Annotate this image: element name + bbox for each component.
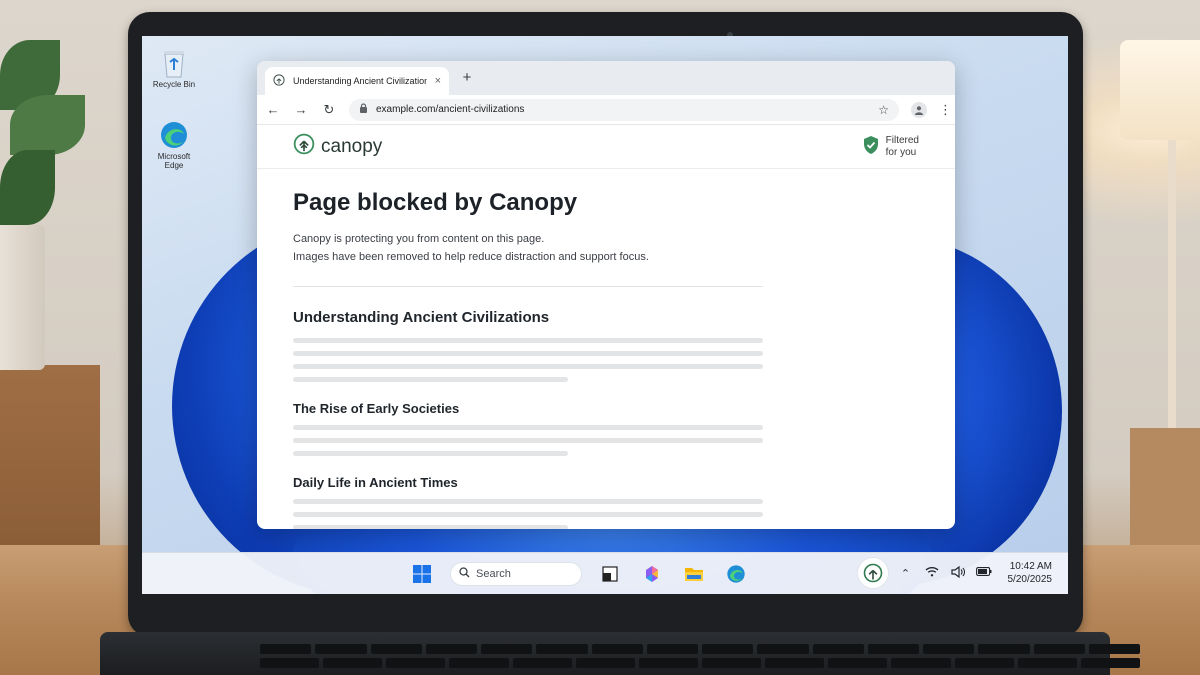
- key-row: [260, 644, 1140, 654]
- canopy-logo-icon: [293, 133, 315, 161]
- page-description-line2: Images have been removed to help reduce …: [293, 250, 649, 263]
- edge-taskbar-button[interactable]: [722, 560, 750, 588]
- placeholder-line: [293, 338, 763, 344]
- canopy-header: canopy Filtered for you: [257, 125, 955, 169]
- canopy-brand-name: canopy: [321, 135, 383, 157]
- desktop-icon-label: Recycle Bin: [152, 80, 196, 89]
- taskbar-center: Search: [408, 560, 750, 588]
- filtered-badge-line1: Filtered: [885, 134, 919, 146]
- edge-icon: [159, 120, 189, 150]
- blocked-page-content: Page blocked by Canopy Canopy is protect…: [257, 169, 955, 529]
- taskbar: Search ⌃ 10:42 AM 5/20/2025: [142, 552, 1068, 594]
- placeholder-line: [293, 377, 568, 383]
- bookmark-star-icon[interactable]: ☆: [878, 103, 889, 117]
- clock-time: 10:42 AM: [1009, 560, 1052, 572]
- browser-menu-icon[interactable]: ⋮: [939, 102, 952, 118]
- filtered-badge-line2: for you: [885, 146, 917, 158]
- tab-strip: Understanding Ancient Civilizations × +: [257, 61, 955, 95]
- folder-icon: [685, 568, 703, 581]
- shield-check-icon: [862, 135, 880, 159]
- profile-avatar-icon[interactable]: [911, 101, 927, 118]
- search-icon: [459, 567, 470, 581]
- filtered-badge: Filtered for you: [862, 135, 919, 159]
- system-tray: ⌃ 10:42 AM 5/20/2025: [857, 558, 1053, 588]
- placeholder-line: [293, 512, 763, 518]
- desktop-icon-recycle-bin[interactable]: Recycle Bin: [142, 48, 206, 90]
- placeholder-line: [293, 351, 763, 357]
- placeholder-line: [293, 525, 568, 529]
- file-explorer-button[interactable]: [680, 560, 708, 588]
- section-heading: Daily Life in Ancient Times: [293, 475, 458, 491]
- wifi-icon[interactable]: [924, 566, 940, 580]
- plant-leaf: [10, 95, 85, 155]
- placeholder-text-block: [293, 338, 919, 383]
- new-tab-button[interactable]: +: [457, 69, 477, 86]
- canopy-logo[interactable]: canopy: [293, 133, 382, 161]
- side-shelf: [0, 365, 100, 545]
- placeholder-line: [293, 438, 763, 444]
- copilot-button[interactable]: [638, 560, 666, 588]
- content-divider: [293, 286, 763, 288]
- clock-date: 5/20/2025: [1007, 574, 1053, 585]
- page-description-line1: Canopy is protecting you from content on…: [293, 233, 545, 245]
- lamp-stand: [1168, 140, 1176, 470]
- edge-icon: [727, 565, 745, 583]
- laptop-screen: Recycle Bin Microsoft Edge Understanding…: [142, 36, 1068, 594]
- tab-close-icon[interactable]: ×: [435, 75, 441, 87]
- placeholder-line: [293, 499, 763, 505]
- placeholder-line: [293, 425, 763, 431]
- placeholder-line: [293, 364, 763, 370]
- plant-leaf: [0, 150, 55, 225]
- copilot-icon: [646, 566, 658, 582]
- taskbar-search[interactable]: Search: [450, 562, 582, 586]
- placeholder-line: [293, 451, 568, 457]
- placeholder-text-block: [293, 425, 919, 457]
- desktop-icon-edge[interactable]: Microsoft Edge: [142, 120, 206, 171]
- canopy-tray-icon: [863, 563, 882, 583]
- tab-active[interactable]: Understanding Ancient Civilizations ×: [265, 67, 449, 95]
- page-title: Page blocked by Canopy: [293, 189, 578, 216]
- canopy-tray-button[interactable]: [857, 558, 888, 588]
- browser-window: Understanding Ancient Civilizations × + …: [257, 61, 955, 529]
- lock-icon: [359, 103, 368, 116]
- canopy-favicon-icon: [273, 74, 285, 88]
- volume-icon[interactable]: [950, 565, 966, 581]
- task-view-icon: [602, 566, 618, 582]
- key-row: [260, 658, 1140, 668]
- forward-button[interactable]: →: [293, 102, 309, 118]
- start-button[interactable]: [408, 560, 436, 588]
- taskbar-clock[interactable]: 10:42 AM 5/20/2025: [1008, 560, 1053, 587]
- lamp-shade: [1120, 40, 1200, 140]
- battery-icon[interactable]: [975, 567, 992, 579]
- article-title: Understanding Ancient Civilizations: [293, 309, 550, 327]
- task-view-button[interactable]: [596, 560, 624, 588]
- laptop-keyboard: [100, 632, 1140, 675]
- windows-logo-icon: [413, 565, 431, 583]
- reload-button[interactable]: ↻: [321, 102, 337, 118]
- placeholder-text-block: [293, 499, 919, 529]
- plant-pot: [0, 225, 45, 370]
- address-bar[interactable]: example.com/ancient-civilizations ☆: [349, 98, 899, 121]
- browser-toolbar: ← → ↻ example.com/ancient-civilizations …: [257, 95, 955, 125]
- tab-title: Understanding Ancient Civilizations: [293, 76, 427, 86]
- address-url: example.com/ancient-civilizations: [376, 104, 525, 115]
- section-heading: The Rise of Early Societies: [293, 401, 460, 417]
- side-cabinet: [1130, 428, 1200, 548]
- tray-overflow-chevron-icon[interactable]: ⌃: [898, 567, 914, 580]
- desktop-icon-label: Microsoft Edge: [157, 152, 191, 170]
- recycle-bin-icon: [159, 48, 189, 78]
- search-placeholder: Search: [476, 568, 511, 580]
- back-button[interactable]: ←: [265, 102, 281, 118]
